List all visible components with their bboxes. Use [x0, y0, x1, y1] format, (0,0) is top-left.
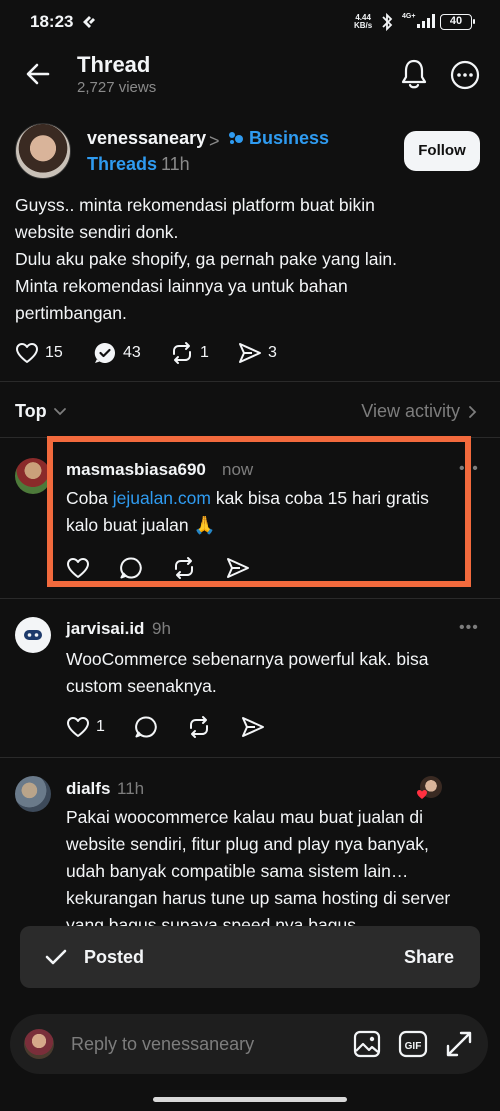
post-line: Dulu aku pake shopify, ga pernah pake ya… — [15, 249, 398, 269]
reply-body: WooCommerce sebenarnya powerful kak. bis… — [66, 646, 486, 700]
reply-button[interactable] — [134, 714, 158, 740]
reply-line: udah banyak compatible sama sistem lain… — [66, 861, 409, 881]
sort-dropdown[interactable]: Top — [15, 401, 67, 422]
chevron-right-icon — [469, 405, 477, 418]
heart-icon — [67, 717, 89, 737]
gif-label: GIF — [405, 1041, 422, 1052]
signal-icon — [417, 14, 435, 28]
reply-time: 9h — [152, 619, 171, 638]
business-tag-sub[interactable]: Threads — [87, 154, 157, 175]
post-author[interactable]: venessaneary — [87, 128, 206, 149]
post-time: 11h — [161, 154, 190, 174]
like-button[interactable]: 1 — [66, 714, 105, 740]
user-avatar — [24, 1029, 54, 1059]
back-arrow-icon[interactable] — [24, 60, 52, 88]
reply-line: kekurangan harus tune up sama hosting di… — [66, 888, 451, 908]
reply-actions: 1 — [66, 714, 266, 740]
battery-indicator: 40 — [440, 14, 475, 30]
more-options-icon[interactable]: ••• — [459, 619, 479, 637]
share-icon — [239, 343, 261, 363]
reply-line: Pakai woocommerce kalau mau buat jualan … — [66, 807, 423, 827]
status-time: 18:23 — [30, 12, 74, 31]
author-liked-badge — [416, 776, 442, 802]
app-notification-icon — [80, 13, 98, 31]
repost-icon — [173, 342, 191, 364]
like-count: 15 — [45, 344, 63, 361]
repost-button[interactable]: 1 — [170, 340, 209, 366]
reply-button[interactable]: 43 — [93, 340, 141, 366]
toast-share-button[interactable]: Share — [404, 947, 454, 968]
reply-count: 43 — [123, 344, 141, 361]
post-body: Guyss.. minta rekomendasi platform buat … — [15, 192, 485, 327]
like-button[interactable]: 15 — [15, 340, 63, 366]
highlight-box — [47, 436, 471, 587]
share-icon — [242, 717, 264, 737]
replied-check-icon — [94, 342, 115, 363]
share-button[interactable]: 3 — [238, 340, 277, 366]
business-tag[interactable]: Business — [249, 128, 329, 149]
author-avatar[interactable] — [15, 123, 71, 179]
status-bar: 18:23 4.44 KB/s 4G+ 40 — [0, 0, 500, 44]
reply-line: website sendiri, fitur plug and play nya… — [66, 834, 429, 854]
net-speed: 4.44 KB/s — [354, 14, 372, 30]
gif-icon[interactable]: GIF — [398, 1029, 428, 1059]
reply-author[interactable]: jarvisai.id — [66, 619, 144, 639]
expand-icon[interactable] — [445, 1030, 473, 1058]
view-activity-link[interactable]: View activity — [361, 401, 478, 422]
toast-message: Posted — [84, 947, 145, 967]
follow-button[interactable]: Follow — [404, 131, 480, 171]
post-line: website sendiri donk. — [15, 222, 179, 242]
repost-icon — [190, 716, 208, 738]
post-actions: 15 43 1 3 — [15, 340, 315, 366]
reply-avatar[interactable] — [15, 617, 51, 653]
divider — [0, 598, 500, 599]
post-line: Guyss.. minta rekomendasi platform buat … — [15, 195, 375, 215]
image-icon[interactable] — [352, 1029, 382, 1059]
more-circle-icon[interactable] — [450, 60, 480, 90]
net-speed-unit: KB/s — [354, 21, 373, 30]
reply-line: custom seenaknya. — [66, 676, 217, 696]
divider — [0, 757, 500, 758]
view-activity-label: View activity — [361, 401, 460, 421]
repost-button[interactable] — [187, 714, 211, 740]
heart-icon — [417, 790, 427, 799]
check-icon — [45, 947, 67, 967]
network-type: 4G+ — [402, 13, 416, 20]
thread-header: Thread 2,727 views — [0, 44, 500, 106]
reply-avatar[interactable] — [15, 776, 51, 812]
posted-toast: Posted Share — [20, 926, 480, 988]
reply-avatar[interactable] — [15, 458, 51, 494]
post-line: Minta rekomendasi lainnya ya untuk bahan — [15, 276, 348, 296]
repost-count: 1 — [200, 344, 209, 361]
reply-body: Pakai woocommerce kalau mau buat jualan … — [66, 804, 486, 939]
heart-icon — [16, 343, 38, 363]
reply-icon — [135, 716, 157, 738]
share-button[interactable] — [241, 714, 265, 740]
like-count: 1 — [96, 718, 105, 735]
reply-author[interactable]: dialfs — [66, 779, 110, 799]
bluetooth-icon — [380, 12, 394, 32]
bell-icon[interactable] — [399, 58, 429, 90]
reply-line: WooCommerce sebenarnya powerful kak. bis… — [66, 649, 429, 669]
chevron-right-icon: > — [209, 131, 220, 151]
view-count: 2,727 views — [77, 79, 157, 96]
sort-label: Top — [15, 401, 47, 421]
reply-composer[interactable]: Reply to venessaneary GIF — [10, 1014, 488, 1074]
home-indicator[interactable] — [153, 1097, 347, 1102]
reply-input[interactable]: Reply to venessaneary — [71, 1034, 254, 1055]
share-count: 3 — [268, 344, 277, 361]
page-title: Thread — [77, 52, 151, 77]
divider — [0, 381, 500, 382]
chevron-down-icon — [53, 407, 66, 415]
reply-time: 11h — [117, 779, 145, 798]
business-dots-icon — [227, 130, 245, 146]
post-line: pertimbangan. — [15, 303, 127, 323]
